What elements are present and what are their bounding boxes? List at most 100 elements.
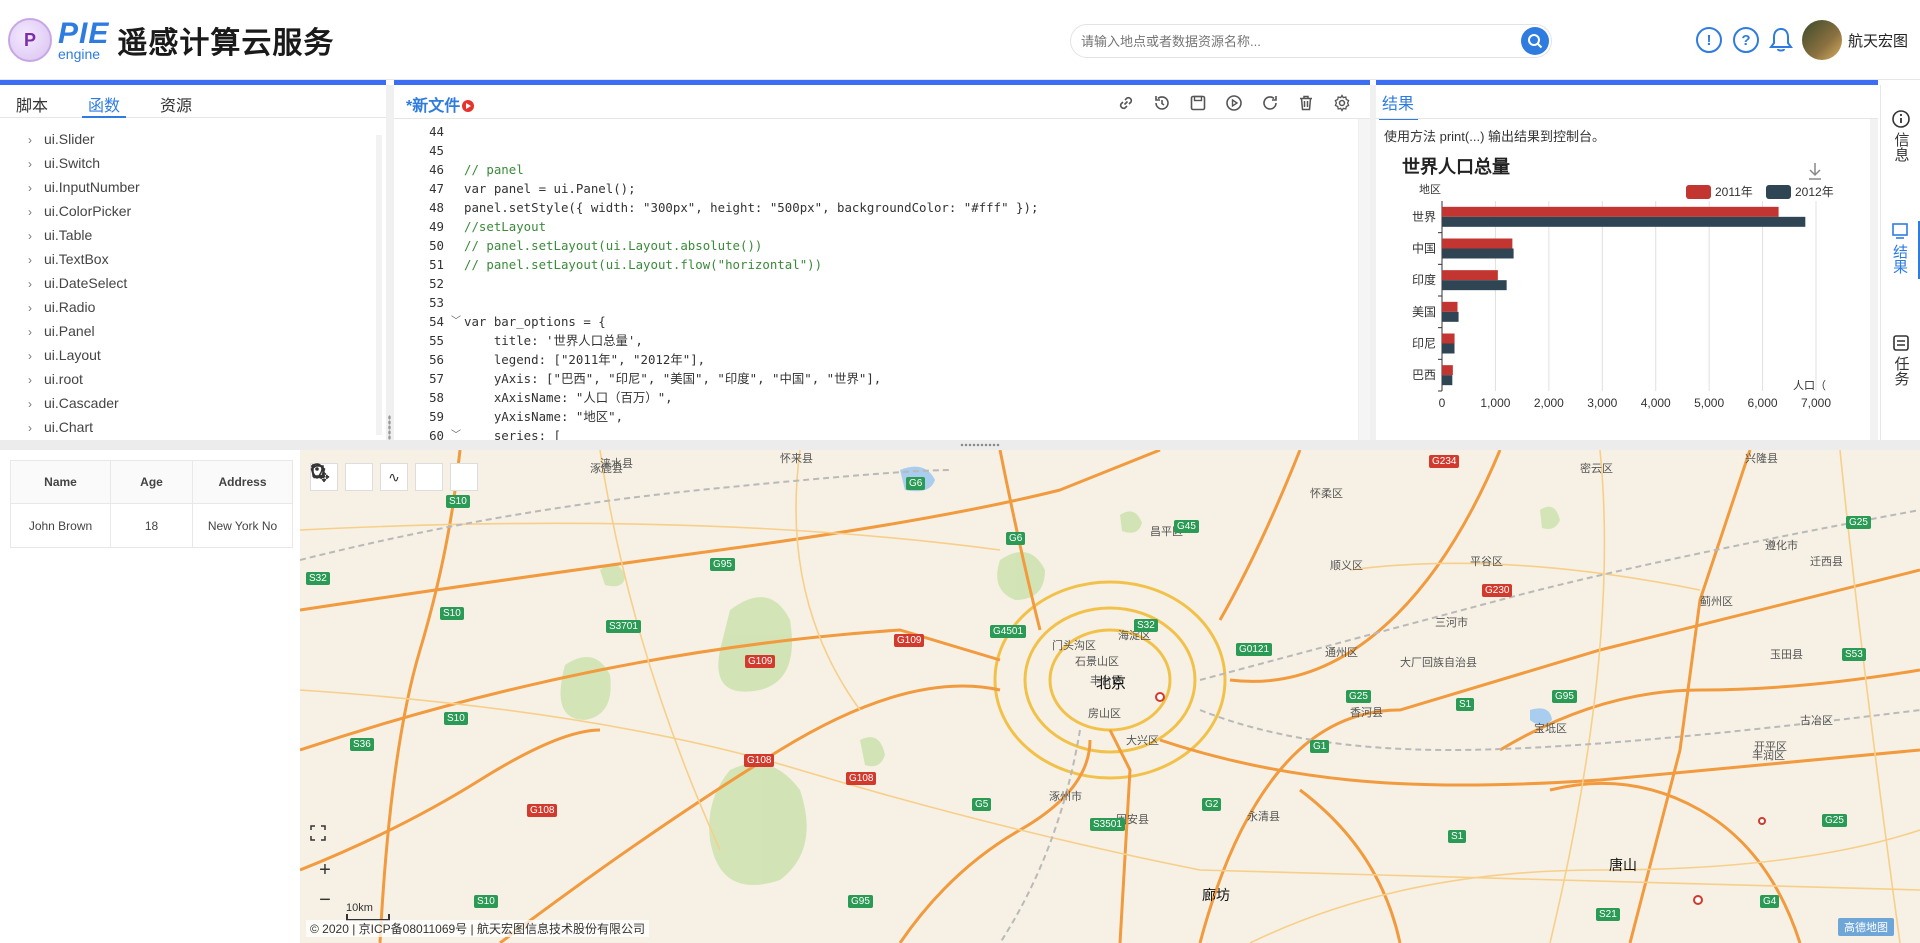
splitter-left[interactable] bbox=[386, 85, 394, 455]
y-tick-label: 中国 bbox=[1412, 241, 1436, 256]
tab-resources[interactable]: 资源 bbox=[160, 85, 192, 118]
road-shield: G1 bbox=[1310, 740, 1330, 753]
sidebar-label-result: 结果 bbox=[1891, 244, 1908, 274]
avatar[interactable] bbox=[1802, 20, 1842, 60]
function-label: ui.Switch bbox=[44, 155, 101, 171]
chevron-right-icon: › bbox=[28, 397, 32, 411]
fold-chevron-icon[interactable]: ﹀ bbox=[448, 426, 464, 440]
result-scrollbar[interactable] bbox=[1870, 119, 1878, 440]
tab-result[interactable]: 结果 bbox=[1379, 90, 1419, 120]
legend-label: 2012年 bbox=[1795, 185, 1834, 199]
file-tab[interactable]: *新文件 bbox=[406, 92, 475, 116]
function-item[interactable]: › ui.Chart bbox=[28, 416, 386, 440]
user-name[interactable]: 航天宏图 bbox=[1848, 30, 1908, 51]
logo-badge: P bbox=[8, 18, 52, 62]
sidebar-item-result[interactable]: 结果 bbox=[1881, 221, 1920, 279]
code-text: var panel = ui.Panel(); bbox=[464, 181, 636, 196]
function-item[interactable]: › ui.Cascader bbox=[28, 392, 386, 416]
map-base-svg bbox=[300, 450, 1920, 943]
save-icon[interactable] bbox=[1188, 93, 1208, 113]
function-item[interactable]: › ui.Table bbox=[28, 224, 386, 248]
road-shield: G109 bbox=[745, 655, 776, 668]
legend-label: 2011年 bbox=[1715, 185, 1753, 199]
x-tick-label: 3,000 bbox=[1587, 396, 1617, 410]
scrollbar[interactable] bbox=[376, 135, 382, 435]
bar bbox=[1442, 270, 1498, 281]
road-shield: G95 bbox=[848, 895, 873, 908]
zoom-out-button[interactable]: − bbox=[310, 885, 340, 915]
left-panel: 脚本 函数 资源 › ui.Slider › ui.Switch › ui.InputNu… bbox=[0, 85, 386, 440]
alert-icon[interactable]: ! bbox=[1696, 27, 1722, 53]
fold-chevron-icon bbox=[448, 217, 464, 236]
chevron-right-icon: › bbox=[28, 253, 32, 267]
x-tick-label: 7,000 bbox=[1801, 396, 1831, 410]
run-icon[interactable] bbox=[1224, 93, 1244, 113]
code-line: 53 bbox=[394, 293, 1350, 312]
map-view[interactable]: 涿鹿县 怀来县 怀柔区 密云区 兴隆县 昌平区 顺义区 平谷区 蓟州区 遵化市 迁西县 海淀区 门头沟区… bbox=[300, 450, 1920, 943]
code-line: 60 ﹀ series: [ bbox=[394, 426, 1350, 440]
road-shield: G108 bbox=[527, 804, 558, 817]
chevron-right-icon: › bbox=[28, 421, 32, 435]
function-label: ui.Chart bbox=[44, 419, 94, 435]
function-item[interactable]: › ui.InputNumber bbox=[28, 176, 386, 200]
function-item[interactable]: › ui.Radio bbox=[28, 296, 386, 320]
function-item[interactable]: › ui.Layout bbox=[28, 344, 386, 368]
function-item[interactable]: › ui.root bbox=[28, 368, 386, 392]
fullscreen-icon[interactable] bbox=[310, 825, 340, 855]
delete-icon[interactable] bbox=[1296, 93, 1316, 113]
function-item[interactable]: › ui.Panel bbox=[28, 320, 386, 344]
sidebar-item-task[interactable]: 任务 bbox=[1881, 333, 1920, 391]
run-indicator-icon bbox=[462, 100, 475, 112]
function-item[interactable]: › ui.DateSelect bbox=[28, 272, 386, 296]
link-icon[interactable] bbox=[1116, 93, 1136, 113]
table-cell: New York No bbox=[192, 503, 293, 548]
editor-scrollbar[interactable] bbox=[1358, 119, 1370, 440]
rectangle-tool-icon[interactable] bbox=[311, 463, 478, 491]
line-tool-icon[interactable]: ∿ bbox=[380, 463, 408, 491]
polygon-tool-icon[interactable] bbox=[310, 463, 443, 491]
code-text: // panel.setLayout(ui.Layout.absolute()) bbox=[464, 238, 763, 253]
function-item[interactable]: › ui.ColorPicker bbox=[28, 200, 386, 224]
code-text: legend: ["2011年", "2012年"], bbox=[464, 352, 706, 367]
function-item[interactable]: › ui.TextBox bbox=[28, 248, 386, 272]
zoom-in-button[interactable]: + bbox=[310, 855, 340, 885]
tab-scripts[interactable]: 脚本 bbox=[16, 85, 48, 118]
column-header-age: Age bbox=[110, 460, 193, 504]
map-district-label: 三河市 bbox=[1435, 617, 1468, 629]
code-area[interactable]: 44 45 46// panel 47 var panel = ui.Panel(); 4… bbox=[394, 122, 1350, 440]
line-number: 56 bbox=[429, 352, 444, 367]
sidebar-item-info[interactable]: 信息 bbox=[1881, 109, 1920, 167]
download-icon bbox=[1809, 163, 1821, 180]
road-shield: G0121 bbox=[1236, 643, 1273, 656]
bar bbox=[1442, 343, 1455, 354]
search-button[interactable] bbox=[1521, 27, 1549, 55]
code-line: 54 ﹀ var bar_options = { bbox=[394, 312, 1350, 331]
help-icon[interactable]: ? bbox=[1733, 27, 1759, 53]
sidebar-label-info: 信息 bbox=[1892, 132, 1910, 162]
function-item[interactable]: › ui.Switch bbox=[28, 152, 386, 176]
table-row: John Brown 18 New York No bbox=[10, 503, 293, 548]
refresh-icon[interactable] bbox=[1260, 93, 1280, 113]
function-item[interactable]: › ui.Slider bbox=[28, 128, 386, 152]
logo[interactable]: P PIE engine 遥感计算云服务 bbox=[8, 18, 334, 62]
settings-gear-icon[interactable] bbox=[1332, 93, 1352, 113]
line-number: 44 bbox=[429, 124, 444, 139]
info-icon bbox=[1892, 110, 1910, 128]
bar bbox=[1442, 280, 1507, 291]
marker-tool-icon[interactable] bbox=[311, 463, 373, 491]
fold-chevron-icon bbox=[448, 331, 464, 350]
tab-functions[interactable]: 函数 bbox=[82, 85, 127, 118]
road-shield: S10 bbox=[440, 607, 464, 620]
code-text: series: [ bbox=[464, 428, 561, 440]
bell-icon[interactable] bbox=[1768, 26, 1794, 59]
code-text: //setLayout bbox=[464, 219, 547, 234]
chevron-right-icon: › bbox=[28, 133, 32, 147]
road-shield: S36 bbox=[350, 738, 374, 751]
history-icon[interactable] bbox=[1152, 93, 1172, 113]
road-shield: G25 bbox=[1822, 814, 1847, 827]
map-district-label: 古冶区 bbox=[1800, 715, 1833, 727]
splitter-horizontal[interactable] bbox=[0, 440, 1920, 450]
search-input[interactable] bbox=[1081, 25, 1501, 57]
fold-chevron-icon[interactable]: ﹀ bbox=[448, 312, 464, 331]
map-toolbar: ✥ ∿ bbox=[310, 463, 485, 491]
